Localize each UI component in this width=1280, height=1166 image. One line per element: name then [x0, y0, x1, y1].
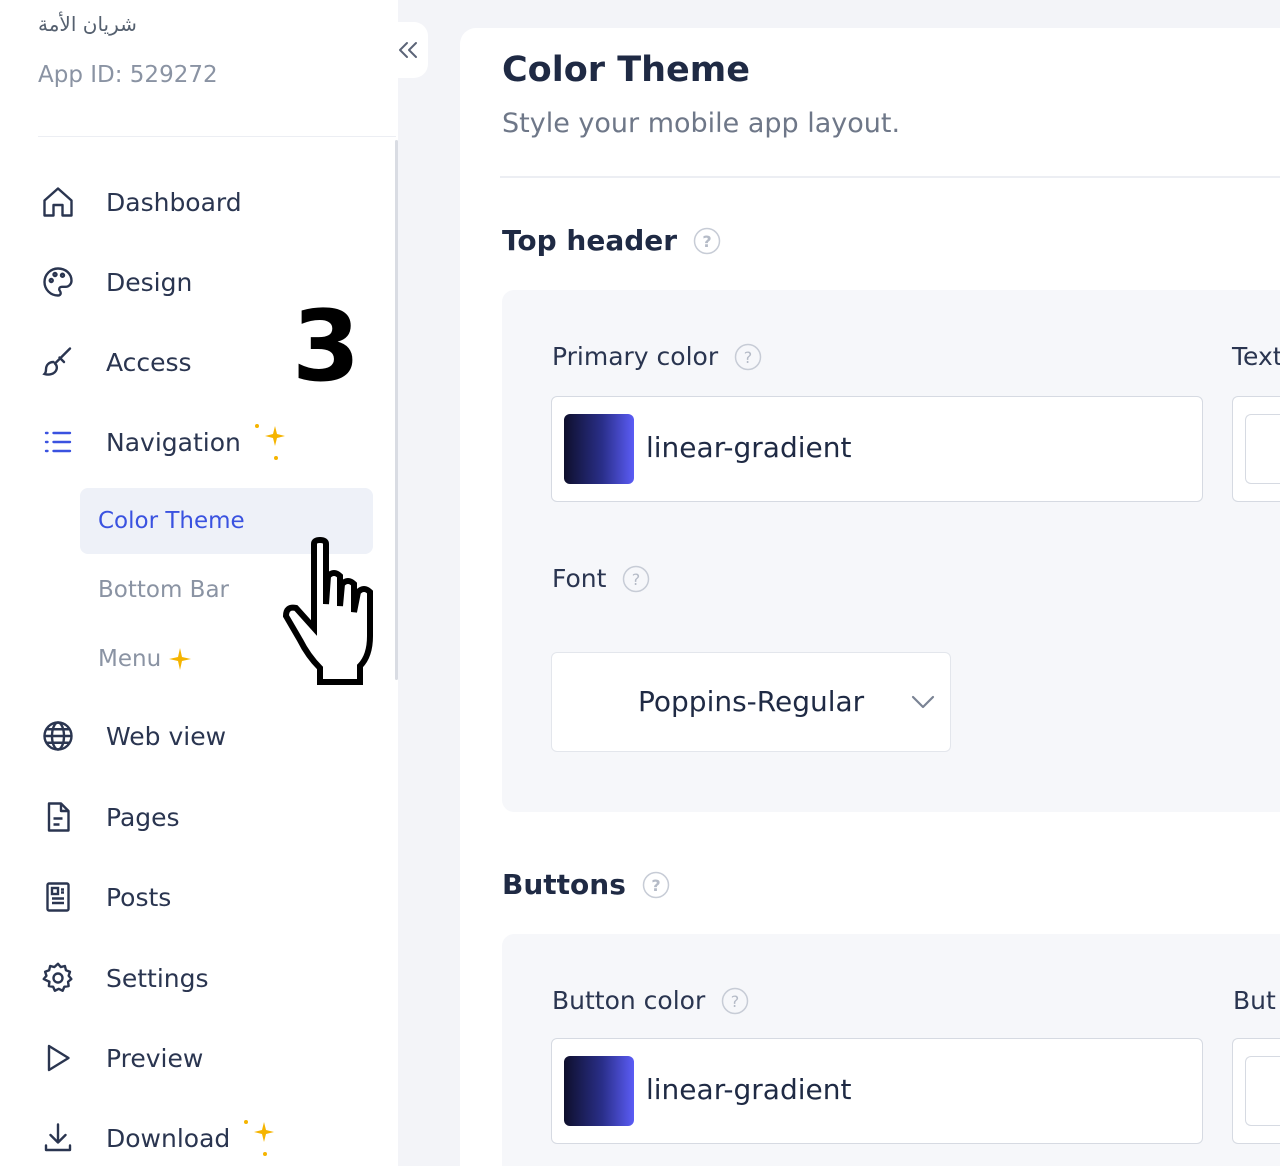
svg-text:?: ?: [632, 570, 641, 589]
sidebar-item-label: Download: [106, 1123, 231, 1153]
play-icon: [38, 1038, 78, 1078]
home-icon: [38, 182, 78, 222]
sidebar-item-label: Posts: [106, 882, 172, 912]
page-title: Color Theme: [502, 50, 750, 90]
section-title-text: Buttons: [502, 868, 626, 901]
button-color-picker[interactable]: linear-gradient: [551, 1038, 1203, 1144]
color-swatch[interactable]: [564, 414, 634, 484]
svg-text:?: ?: [744, 348, 753, 367]
field-label-text: Primary color: [552, 342, 719, 371]
field-label-text: Button color: [552, 986, 706, 1015]
sidebar-item-pages[interactable]: Pages: [38, 793, 180, 841]
sparkle-icon: [169, 648, 192, 670]
font-select[interactable]: Poppins-Regular: [551, 652, 951, 752]
app-name: شريان الأمة: [38, 12, 137, 36]
hand-cursor-icon: [282, 536, 373, 685]
section-title-top-header: Top header ?: [502, 224, 721, 257]
primary-color-picker[interactable]: linear-gradient: [551, 396, 1203, 502]
download-icon: [38, 1118, 78, 1158]
sidebar-subitem-label: Bottom Bar: [98, 577, 230, 603]
sidebar-item-label: Navigation: [106, 427, 241, 457]
sidebar-item-label: Pages: [106, 802, 180, 832]
svg-text:?: ?: [651, 876, 660, 895]
sidebar-item-dashboard[interactable]: Dashboard: [38, 178, 242, 226]
sidebar-item-navigation[interactable]: Navigation: [38, 418, 291, 466]
sidebar-item-preview[interactable]: Preview: [38, 1034, 203, 1082]
double-chevron-left-icon: [399, 42, 417, 58]
field-label-text: Text: [1232, 342, 1280, 371]
help-icon[interactable]: ?: [642, 871, 670, 899]
help-icon[interactable]: ?: [693, 227, 721, 255]
sidebar: شريان الأمة App ID: 529272 Dashboard Des…: [0, 0, 398, 1166]
step-number-badge: 3: [292, 290, 361, 404]
newspaper-icon: [38, 877, 78, 917]
sparkle-icon: [244, 1120, 275, 1156]
sparkle-icon: [254, 424, 285, 460]
button-text-color-picker[interactable]: [1232, 1038, 1280, 1144]
globe-icon: [38, 716, 78, 756]
text-color-label: Text: [1232, 342, 1280, 371]
sidebar-item-settings[interactable]: Settings: [38, 954, 209, 1002]
buttons-card: Button color ? But linear-gradient: [502, 934, 1280, 1166]
field-label-text: Font: [552, 564, 607, 593]
help-icon[interactable]: ?: [734, 343, 762, 371]
brush-icon: [38, 342, 78, 382]
sidebar-item-label: Design: [106, 267, 193, 297]
color-swatch[interactable]: [564, 1056, 634, 1126]
primary-color-value: linear-gradient: [646, 431, 852, 464]
svg-text:?: ?: [702, 232, 711, 251]
field-label-text: But: [1233, 986, 1276, 1015]
top-header-card: Primary color ? Text linear-gradient Fon…: [502, 290, 1280, 812]
palette-icon: [38, 262, 78, 302]
section-title-text: Top header: [502, 224, 678, 257]
page-icon: [38, 797, 78, 837]
button-text-color-label: But: [1233, 986, 1276, 1015]
sidebar-item-access[interactable]: Access: [38, 338, 192, 386]
font-select-value: Poppins-Regular: [638, 685, 865, 718]
sidebar-item-label: Web view: [106, 721, 227, 751]
color-swatch[interactable]: [1245, 1056, 1280, 1126]
svg-text:?: ?: [731, 992, 740, 1011]
sidebar-subitem-label: Color Theme: [98, 508, 245, 534]
page-subtitle: Style your mobile app layout.: [502, 108, 901, 139]
help-icon[interactable]: ?: [622, 565, 650, 593]
text-color-picker[interactable]: [1232, 396, 1280, 502]
sidebar-item-label: Preview: [106, 1043, 204, 1073]
sidebar-item-web-view[interactable]: Web view: [38, 712, 226, 760]
sidebar-item-posts[interactable]: Posts: [38, 873, 171, 921]
color-swatch[interactable]: [1245, 414, 1280, 484]
sidebar-subitem-label: Menu: [98, 646, 162, 672]
font-label: Font ?: [552, 564, 650, 593]
help-icon[interactable]: ?: [721, 987, 749, 1015]
sidebar-item-label: Dashboard: [106, 187, 242, 217]
sidebar-item-design[interactable]: Design: [38, 258, 192, 306]
app-id: App ID: 529272: [38, 62, 218, 88]
sidebar-item-download[interactable]: Download: [38, 1114, 280, 1162]
primary-color-label: Primary color ?: [552, 342, 762, 371]
sidebar-item-label: Settings: [106, 963, 209, 993]
button-color-label: Button color ?: [552, 986, 749, 1015]
gear-icon: [38, 958, 78, 998]
collapse-sidebar-button[interactable]: [388, 22, 428, 78]
panel-divider: [500, 176, 1280, 178]
main-panel: Color Theme Style your mobile app layout…: [460, 28, 1280, 1166]
sidebar-divider: [38, 136, 396, 137]
button-color-value: linear-gradient: [646, 1073, 852, 1106]
section-title-buttons: Buttons ?: [502, 868, 670, 901]
sidebar-item-label: Access: [106, 347, 192, 377]
chevron-down-icon: [911, 695, 935, 709]
list-icon: [38, 422, 78, 462]
